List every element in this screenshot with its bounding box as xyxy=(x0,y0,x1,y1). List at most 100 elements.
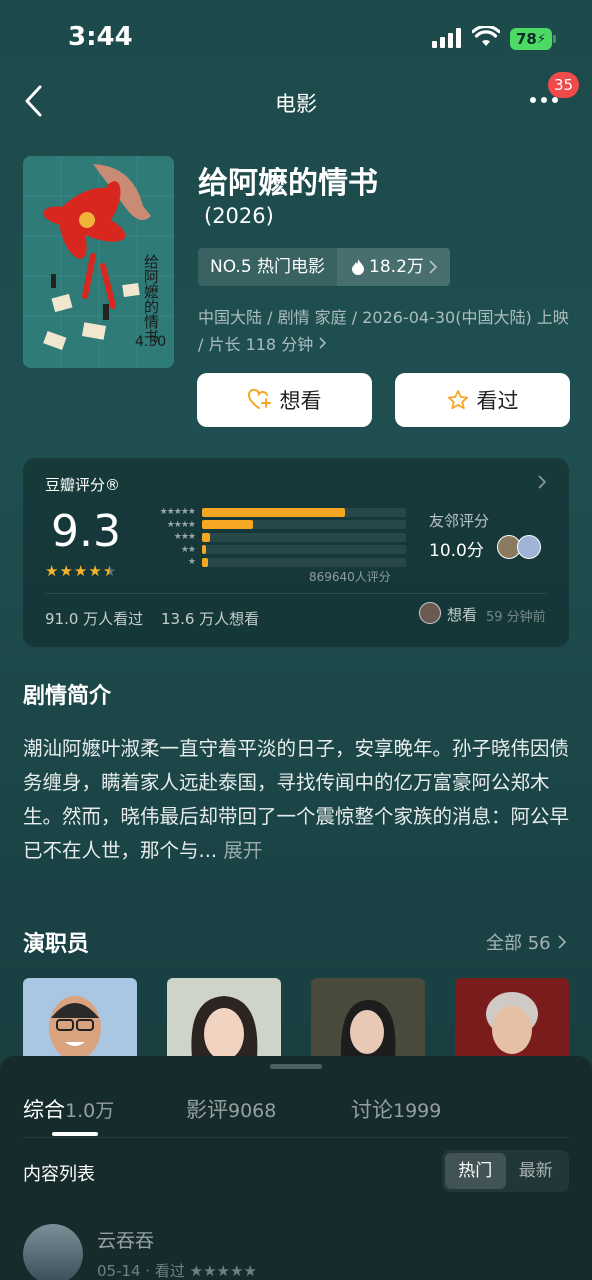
watched-count[interactable]: 91.0 万人看过 xyxy=(45,608,143,629)
tab-discussions[interactable]: 讨论1999 xyxy=(351,1094,441,1124)
cast-photo[interactable] xyxy=(455,978,569,1058)
tab-count: 1.0万 xyxy=(65,1100,115,1122)
tab-count: 1999 xyxy=(393,1100,442,1122)
avatar xyxy=(517,535,541,559)
rating-bar-row: ★★ xyxy=(141,544,406,557)
wifi-icon xyxy=(472,26,500,46)
bar-track xyxy=(202,532,406,542)
movie-year: (2026) xyxy=(204,204,274,228)
rating-bar-row: ★★★★★ xyxy=(141,506,406,519)
seen-label: 看过 xyxy=(476,389,519,413)
poster-date: 4.30 xyxy=(135,334,166,350)
bar-fill xyxy=(202,545,207,555)
review-author[interactable]: 云吞吞 xyxy=(97,1226,154,1253)
bar-track xyxy=(202,545,406,555)
chevron-right-icon xyxy=(538,475,547,489)
poster-title-text: 给阿嬷的情书 xyxy=(142,254,160,344)
synopsis-body: 潮汕阿嬷叶淑柔一直守着平淡的日子，安享晚年。孙子晓伟因债务缠身，瞒着家人远赴泰国… xyxy=(23,737,570,862)
friend-rating-score: 10.0分 xyxy=(429,541,484,561)
page-title: 电影 xyxy=(275,92,317,116)
bar-star-label: ★★ xyxy=(180,544,196,555)
content-list-title: 内容列表 xyxy=(23,1164,95,1185)
star-icon: ★ xyxy=(88,562,102,580)
cast-photo[interactable] xyxy=(167,978,281,1058)
synopsis-title: 剧情简介 xyxy=(23,684,112,709)
want-to-watch-button[interactable]: 想看 xyxy=(197,373,372,427)
friend-rating-label: 友邻评分 xyxy=(429,512,490,530)
rating-card[interactable]: 豆瓣评分® 9.3 ★ ★ ★ ★ ★ ★★★★★ ★★★★ ★★★ ★★ ★ 869640人评… xyxy=(23,458,569,647)
avatar[interactable] xyxy=(23,1224,83,1280)
navigation-bar: 电影 35 xyxy=(0,72,592,126)
chevron-right-icon xyxy=(319,337,327,349)
status-time: 3:44 xyxy=(68,22,133,52)
divider xyxy=(23,1137,569,1138)
movie-title: 给阿嬷的情书 xyxy=(198,166,378,201)
bar-track xyxy=(202,520,406,530)
battery-level: 78 xyxy=(515,30,537,48)
bar-track xyxy=(202,507,406,517)
tab-label: 讨论 xyxy=(351,1098,393,1122)
synopsis-text[interactable]: 潮汕阿嬷叶淑柔一直守着平淡的日子，安享晚年。孙子晓伟因债务缠身，瞒着家人远赴泰国… xyxy=(23,732,571,868)
bar-star-label: ★★★★★ xyxy=(159,507,196,518)
rating-score: 9.3 xyxy=(51,506,121,557)
bar-fill xyxy=(202,532,211,542)
friend-activity: 想看 xyxy=(447,606,478,624)
battery-icon: 78 ⚡ xyxy=(510,28,552,50)
douban-rating-label: 豆瓣评分® xyxy=(45,476,121,494)
heat-indicator: 18.2万 xyxy=(337,248,450,286)
avatar[interactable] xyxy=(419,602,441,624)
notification-badge: 35 xyxy=(548,72,580,98)
star-icon: ★ xyxy=(73,562,88,580)
rating-count: 869640人评分 xyxy=(309,570,391,584)
sort-segmented-control: 热门 最新 xyxy=(442,1150,569,1192)
cellular-signal-icon xyxy=(432,28,461,48)
watched-button[interactable]: 看过 xyxy=(395,373,570,427)
divider xyxy=(45,593,547,594)
movie-meta-text: 中国大陆 / 剧情 家庭 / 2026-04-30(中国大陆) 上映 / 片长 … xyxy=(198,308,569,354)
rating-bar-row: ★ xyxy=(141,556,406,569)
half-star-icon: ★ xyxy=(102,562,117,580)
all-cast-link[interactable]: 全部 56 xyxy=(486,929,567,955)
movie-meta-info[interactable]: 中国大陆 / 剧情 家庭 / 2026-04-30(中国大陆) 上映 / 片长 … xyxy=(198,304,570,358)
bar-star-label: ★★★★ xyxy=(166,519,196,530)
chevron-right-icon xyxy=(558,935,566,949)
tab-label: 影评 xyxy=(186,1098,228,1122)
all-cast-label: 全部 56 xyxy=(486,933,551,954)
bar-star-label: ★ xyxy=(187,557,196,568)
tab-label: 综合 xyxy=(23,1098,65,1122)
tab-count: 9068 xyxy=(228,1100,277,1122)
tab-overall[interactable]: 综合1.0万 xyxy=(23,1094,114,1124)
friend-avatars[interactable] xyxy=(497,535,541,559)
sort-hot-button[interactable]: 热门 xyxy=(445,1153,506,1189)
bar-star-label: ★★★ xyxy=(173,532,196,543)
battery-tip xyxy=(553,35,556,43)
rating-bar-row: ★★★ xyxy=(141,531,406,544)
movie-poster[interactable]: 给阿嬷的情书 4.30 xyxy=(23,156,174,368)
bar-fill xyxy=(202,507,345,517)
star-outline-icon xyxy=(447,390,468,410)
flame-icon xyxy=(352,259,365,275)
want-count[interactable]: 13.6 万人想看 xyxy=(161,608,259,629)
activity-time: 59 分钟前 xyxy=(486,610,546,625)
star-icon: ★ xyxy=(45,562,59,580)
ranking-chip[interactable]: NO.5 热门电影 18.2万 xyxy=(198,248,450,286)
bar-fill xyxy=(202,520,253,530)
sort-latest-button[interactable]: 最新 xyxy=(506,1153,567,1189)
active-tab-indicator xyxy=(52,1132,98,1136)
heart-plus-icon xyxy=(247,389,271,409)
sheet-drag-handle[interactable] xyxy=(270,1064,322,1069)
tab-reviews[interactable]: 影评9068 xyxy=(186,1094,276,1124)
rank-label: NO.5 热门电影 xyxy=(210,257,326,277)
expand-link[interactable]: 展开 xyxy=(223,839,262,862)
cast-photo[interactable] xyxy=(311,978,425,1058)
cast-title: 演职员 xyxy=(23,932,90,957)
status-bar: 3:44 78 ⚡ xyxy=(0,0,592,80)
bar-fill xyxy=(202,557,209,567)
want-label: 想看 xyxy=(279,389,322,413)
heat-value: 18.2万 xyxy=(369,257,424,277)
review-meta: 05-14 · 看过 ★★★★★ xyxy=(97,1262,257,1280)
cast-photo[interactable] xyxy=(23,978,137,1058)
rating-distribution: ★★★★★ ★★★★ ★★★ ★★ ★ xyxy=(141,506,406,569)
content-bottom-sheet: 综合1.0万 影评9068 讨论1999 内容列表 热门 最新 云吞吞 05-1… xyxy=(0,1056,592,1280)
star-icon: ★ xyxy=(59,562,73,580)
